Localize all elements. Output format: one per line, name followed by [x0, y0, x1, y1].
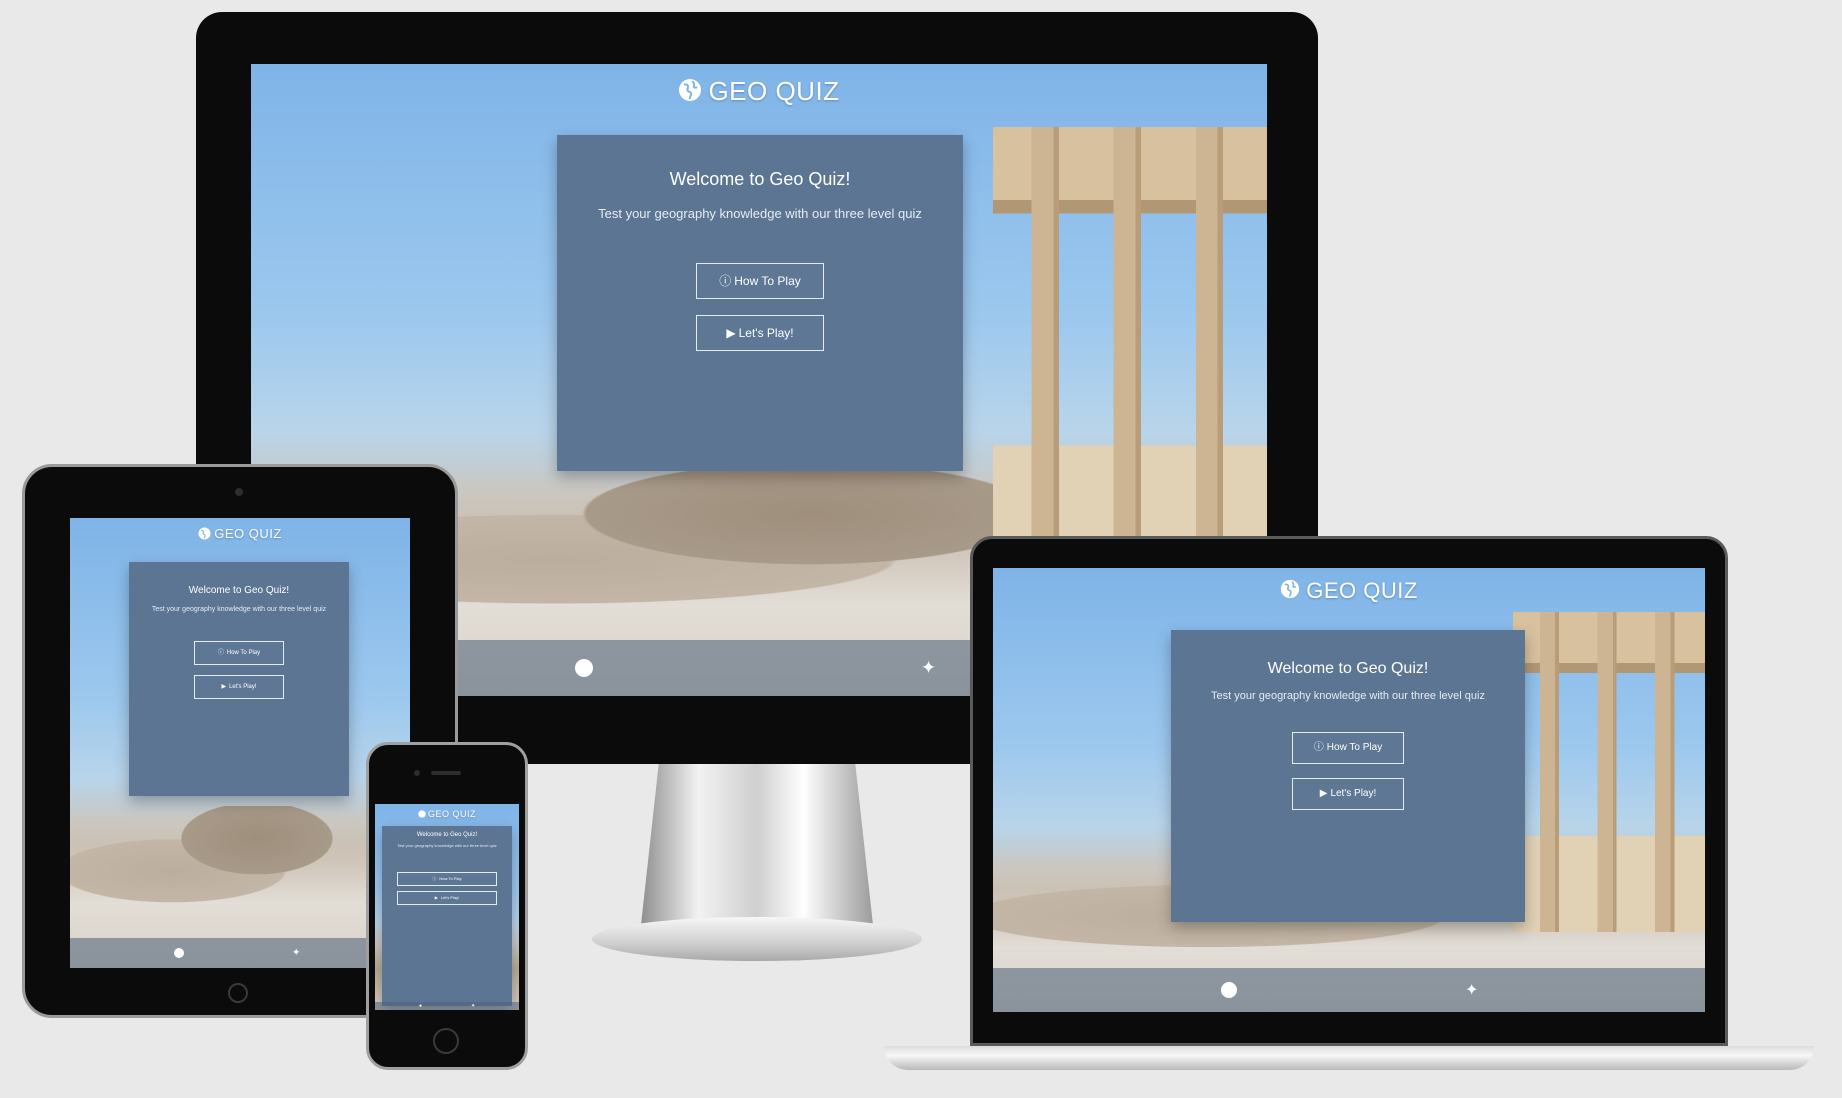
scenery-temple: [992, 127, 1267, 583]
phone-camera: [414, 770, 420, 776]
phone-home-button: [433, 1028, 459, 1054]
twitter-icon[interactable]: ✦: [292, 948, 300, 959]
tablet-camera: [235, 488, 243, 496]
laptop-screen: GEO QUIZ Welcome to Geo Quiz! Test your …: [993, 568, 1705, 1012]
welcome-card: Welcome to Geo Quiz! Test your geography…: [382, 826, 512, 1006]
how-to-play-label: How To Play: [1326, 742, 1383, 753]
welcome-heading: Welcome to Geo Quiz!: [188, 585, 290, 596]
site-title: GEO QUIZ: [708, 76, 840, 106]
laptop-mockup: GEO QUIZ Welcome to Geo Quiz! Test your …: [874, 536, 1824, 1080]
globe-icon: [1280, 579, 1300, 605]
facebook-icon[interactable]: f: [575, 659, 593, 677]
facebook-icon[interactable]: f: [1221, 982, 1237, 998]
site-logo[interactable]: GEO QUIZ: [993, 578, 1705, 605]
phone-speaker: [431, 771, 461, 775]
welcome-card: Welcome to Geo Quiz! Test your geography…: [1171, 630, 1525, 922]
how-to-play-button[interactable]: ⓘ How To Play: [397, 872, 497, 886]
site-footer: f ✦: [70, 938, 410, 968]
facebook-icon[interactable]: ●: [419, 1003, 422, 1009]
gamepad-icon: ▶: [1319, 788, 1328, 799]
laptop-base: [884, 1046, 1814, 1070]
site-logo[interactable]: GEO QUIZ: [251, 76, 1267, 109]
twitter-icon[interactable]: ✦: [1465, 980, 1478, 1000]
lets-play-button[interactable]: ▶ Let's Play!: [1292, 778, 1404, 810]
lets-play-label: Let's Play!: [1330, 788, 1377, 799]
tablet-home-button: [228, 983, 248, 1003]
how-to-play-label: How To Play: [734, 274, 801, 288]
site-logo[interactable]: GEO QUIZ: [70, 526, 410, 543]
welcome-heading: Welcome to Geo Quiz!: [1267, 660, 1429, 677]
desktop-stand-neck: [640, 764, 874, 934]
how-to-play-button[interactable]: ⓘ How To Play: [696, 263, 824, 299]
scenery-temple: [1512, 612, 1705, 933]
how-to-play-label: How To Play: [439, 876, 462, 881]
twitter-icon[interactable]: ✦: [471, 1003, 475, 1009]
welcome-subtitle: Test your geography knowledge with our t…: [397, 843, 497, 848]
facebook-icon[interactable]: f: [174, 948, 184, 958]
question-circle-icon: ⓘ: [432, 876, 437, 881]
welcome-subtitle: Test your geography knowledge with our t…: [1211, 690, 1485, 702]
globe-icon: [198, 527, 211, 543]
site-title: GEO QUIZ: [1306, 578, 1418, 603]
lets-play-button[interactable]: ▶ Let's Play!: [194, 675, 284, 699]
welcome-subtitle: Test your geography knowledge with our t…: [598, 206, 922, 221]
desktop-stand-base: [592, 917, 922, 961]
site-title: GEO QUIZ: [214, 526, 282, 541]
gamepad-icon: ▶: [726, 326, 736, 340]
lets-play-label: Let's Play!: [440, 895, 460, 900]
welcome-subtitle: Test your geography knowledge with our t…: [151, 606, 327, 613]
phone-mockup: GEO QUIZ Welcome to Geo Quiz! Test your …: [366, 742, 528, 1070]
how-to-play-label: How To Play: [226, 650, 261, 656]
lets-play-button[interactable]: ▶ Let's Play!: [397, 891, 497, 905]
welcome-heading: Welcome to Geo Quiz!: [669, 169, 851, 189]
lets-play-button[interactable]: ▶ Let's Play!: [696, 315, 824, 351]
site-footer: ● ✦: [375, 1002, 519, 1010]
globe-icon: [418, 809, 426, 820]
lets-play-label: Let's Play!: [229, 684, 257, 690]
gamepad-icon: ▶: [434, 895, 438, 900]
how-to-play-button[interactable]: ⓘ How To Play: [194, 641, 284, 665]
site-title: GEO QUIZ: [427, 809, 476, 819]
globe-icon: [678, 78, 702, 109]
welcome-card: Welcome to Geo Quiz! Test your geography…: [129, 562, 349, 796]
question-circle-icon: ⓘ: [217, 650, 224, 656]
welcome-card: Welcome to Geo Quiz! Test your geography…: [557, 135, 963, 471]
lets-play-label: Let's Play!: [738, 326, 794, 340]
gamepad-icon: ▶: [221, 684, 227, 690]
site-footer: f ✦: [993, 968, 1705, 1012]
question-circle-icon: ⓘ: [1313, 742, 1324, 753]
site-logo[interactable]: GEO QUIZ: [375, 809, 519, 820]
question-circle-icon: ⓘ: [719, 274, 732, 288]
tablet-screen: GEO QUIZ Welcome to Geo Quiz! Test your …: [70, 518, 410, 968]
how-to-play-button[interactable]: ⓘ How To Play: [1292, 732, 1404, 764]
welcome-heading: Welcome to Geo Quiz!: [416, 832, 478, 838]
phone-screen: GEO QUIZ Welcome to Geo Quiz! Test your …: [375, 804, 519, 1010]
